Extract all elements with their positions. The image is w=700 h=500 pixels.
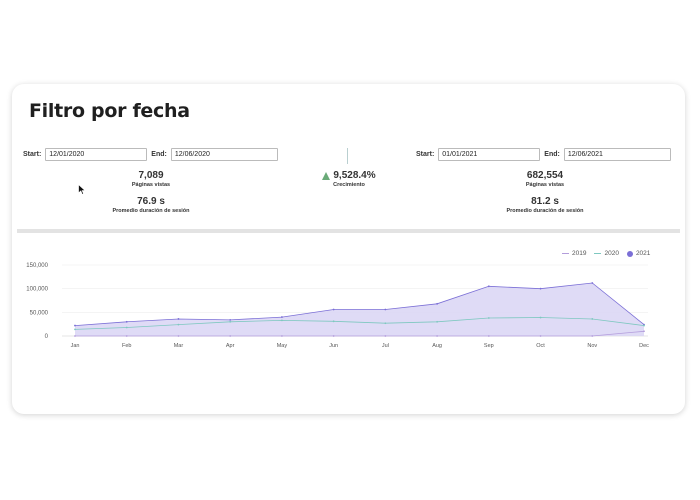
data-point-2019 [539, 335, 542, 337]
data-point-2021 [229, 319, 232, 321]
data-point-2019 [125, 335, 128, 337]
data-point-2020 [177, 323, 180, 326]
data-point-2019 [384, 335, 387, 337]
data-point-2019 [591, 335, 594, 337]
data-point-2020 [74, 328, 76, 331]
x-tick-label: Mar [174, 343, 184, 349]
data-point-2020 [643, 324, 645, 327]
data-point-2020 [332, 320, 335, 323]
y-tick-label: 0 [45, 334, 49, 340]
pageviews-area-chart: 0 50,000 100,000 150,000 Jan Feb Mar Apr May Jun J… [26, 263, 649, 349]
data-point-2020 [591, 318, 594, 320]
data-point-2021 [436, 302, 438, 305]
y-tick-label: 50,000 [30, 310, 49, 316]
data-point-2019 [74, 335, 76, 337]
data-point-2021 [332, 308, 335, 311]
data-point-2020 [281, 319, 283, 322]
date-filter-card: Filtro por fecha Start: End: Start: End:… [12, 84, 685, 414]
x-tick-label: Dec [639, 343, 649, 349]
data-point-2021 [177, 318, 180, 320]
data-point-2019 [487, 335, 490, 337]
data-point-2019 [643, 330, 645, 333]
data-point-2019 [332, 335, 335, 337]
data-point-2020 [229, 320, 232, 323]
data-point-2021 [125, 320, 128, 323]
x-tick-label: Feb [122, 343, 131, 349]
data-point-2019 [436, 335, 438, 337]
data-point-2019 [229, 335, 232, 337]
data-point-2021 [591, 282, 594, 284]
data-point-2021 [487, 285, 490, 288]
x-tick-label: Nov [587, 343, 597, 349]
x-tick-label: Aug [432, 343, 442, 349]
data-point-2020 [436, 320, 438, 323]
data-point-2020 [384, 322, 387, 325]
mouse-cursor-icon [78, 184, 86, 195]
y-tick-label: 100,000 [26, 287, 48, 293]
x-tick-label: Oct [536, 343, 545, 349]
x-tick-label: Jun [329, 343, 338, 349]
x-tick-label: Apr [226, 343, 235, 349]
data-point-2021 [384, 308, 387, 311]
x-tick-label: Jan [71, 343, 80, 349]
x-tick-label: Sep [484, 343, 494, 349]
data-point-2020 [539, 316, 542, 319]
data-point-2020 [125, 326, 128, 329]
y-tick-label: 150,000 [26, 263, 48, 269]
data-point-2021 [74, 324, 76, 327]
data-point-2020 [487, 317, 490, 319]
data-point-2019 [177, 335, 180, 337]
data-point-2019 [281, 335, 283, 337]
data-point-2021 [539, 287, 542, 290]
data-point-2021 [281, 316, 283, 318]
x-tick-label: Jul [382, 343, 389, 349]
x-tick-label: May [277, 343, 288, 349]
